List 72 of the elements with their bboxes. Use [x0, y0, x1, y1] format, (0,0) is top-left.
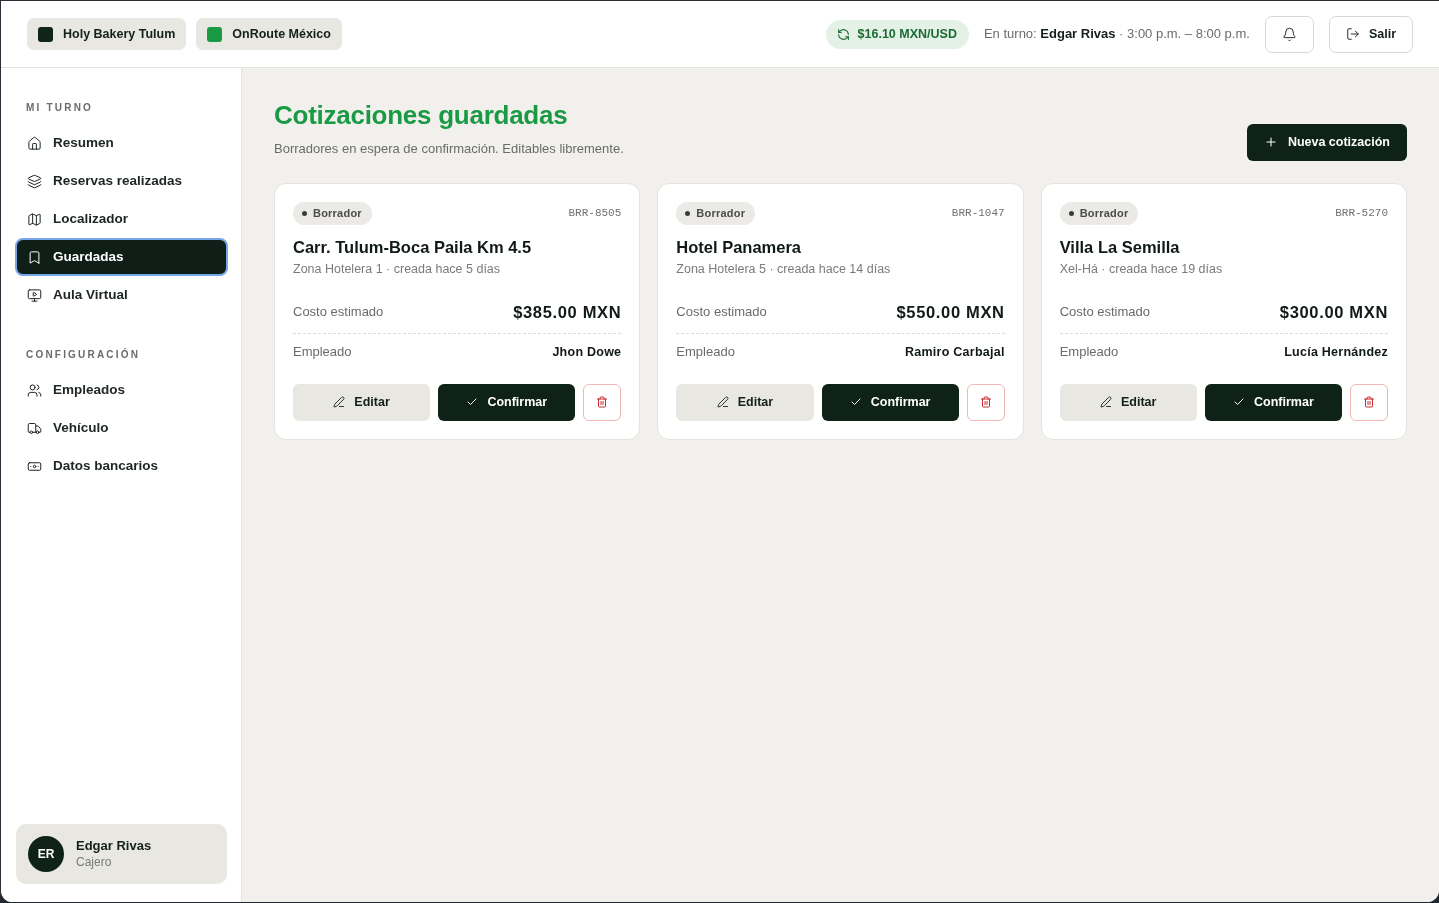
- quote-id: BRR-5270: [1335, 205, 1388, 221]
- quote-title: Carr. Tulum-Boca Paila Km 4.5: [293, 236, 533, 258]
- employee-label: Empleado: [293, 343, 352, 362]
- employee-name: Jhon Dowe: [552, 343, 622, 361]
- delete-button[interactable]: [1350, 383, 1388, 421]
- employee-label: Empleado: [1059, 343, 1119, 362]
- sidebar-item[interactable]: Resumen: [16, 125, 227, 161]
- home-icon: [27, 135, 42, 151]
- avatar-initials: ER: [28, 836, 64, 872]
- logout-button[interactable]: Salir: [1328, 15, 1413, 53]
- truck-icon: [27, 420, 42, 436]
- user-role: Cajero: [76, 854, 113, 871]
- pen-icon: [1100, 396, 1112, 409]
- sidebar-item[interactable]: Localizador: [16, 201, 227, 237]
- confirm-button[interactable]: Confirmar: [821, 383, 959, 421]
- cost-amount: $550.00 MXN: [896, 301, 1005, 323]
- delete-button[interactable]: [966, 383, 1005, 421]
- cost-label: Costo estimado: [293, 303, 384, 322]
- confirm-button[interactable]: Confirmar: [438, 383, 576, 421]
- trash-icon: [979, 396, 992, 409]
- cost-amount: $300.00 MXN: [1279, 301, 1388, 323]
- quote-id: BRR-1047: [951, 205, 1005, 221]
- sidebar-item[interactable]: Guardadas: [16, 239, 227, 275]
- bell-icon: [1281, 26, 1297, 42]
- section-label: MI TURNO: [25, 101, 95, 115]
- sidebar-item[interactable]: Aula Virtual: [16, 277, 227, 313]
- pen-icon: [333, 396, 346, 409]
- new-quote-button[interactable]: Nueva cotización: [1246, 123, 1407, 161]
- quote-meta: Xel-Há · creada hace 19 días: [1059, 260, 1224, 278]
- edit-button[interactable]: Editar: [293, 383, 431, 421]
- employee-name: Lucía Hernández: [1284, 343, 1388, 361]
- trash-icon: [1363, 396, 1375, 409]
- sidebar-item[interactable]: Datos bancarios: [16, 448, 227, 484]
- quote-title: Hotel Panamera: [676, 236, 803, 258]
- page-subtitle: Borradores en espera de confirmación. Editables libremente.: [274, 140, 624, 158]
- quote-title: Villa La Semilla: [1059, 236, 1181, 258]
- exchange-rate-badge: $16.10 MXN/USD: [825, 19, 969, 49]
- users-icon: [27, 382, 42, 398]
- bookmark-icon: [27, 249, 42, 265]
- quote-meta: Zona Hotelera 1 · creada hace 5 días: [293, 260, 502, 278]
- layers-icon: [27, 173, 42, 189]
- employee-label: Empleado: [676, 343, 735, 362]
- quote-id: BRR-8505: [568, 205, 622, 221]
- map-icon: [27, 211, 42, 227]
- trash-icon: [596, 396, 609, 409]
- quote-meta: Zona Hotelera 5 · creada hace 14 días: [676, 260, 892, 278]
- cost-label: Costo estimado: [676, 303, 767, 322]
- workspace-chip[interactable]: Holy Bakery Tulum: [27, 18, 187, 50]
- logout-icon: [1345, 27, 1360, 41]
- pen-icon: [716, 396, 729, 409]
- sidebar-item[interactable]: Empleados: [16, 372, 227, 408]
- edit-button[interactable]: Editar: [1059, 383, 1197, 421]
- sidebar-item[interactable]: Reservas realizadas: [16, 163, 227, 199]
- delete-button[interactable]: [583, 383, 622, 421]
- edit-button[interactable]: Editar: [676, 383, 814, 421]
- workspace-chip[interactable]: OnRoute México: [196, 18, 342, 50]
- employee-name: Ramiro Carbajal: [905, 343, 1005, 361]
- status-badge: Borrador: [1059, 201, 1139, 225]
- cost-label: Costo estimado: [1059, 303, 1150, 322]
- status-badge: Borrador: [676, 201, 756, 225]
- shift-info: En turno: Edgar Rivas · 3:00 p.m. – 8:00 p.m.: [983, 25, 1250, 44]
- cost-amount: $385.00 MXN: [513, 301, 622, 323]
- confirm-button[interactable]: Confirmar: [1204, 383, 1342, 421]
- page-title: Cotizaciones guardadas: [274, 99, 569, 131]
- monitor-play-icon: [27, 287, 42, 303]
- refresh-icon: [836, 27, 850, 41]
- plus-icon: [1263, 135, 1278, 149]
- user-name: Edgar Rivas: [76, 837, 152, 854]
- status-badge: Borrador: [293, 201, 372, 225]
- section-label: CONFIGURACIÓN: [25, 347, 142, 362]
- sidebar-item[interactable]: Vehículo: [16, 410, 227, 446]
- notifications-button[interactable]: [1264, 15, 1314, 53]
